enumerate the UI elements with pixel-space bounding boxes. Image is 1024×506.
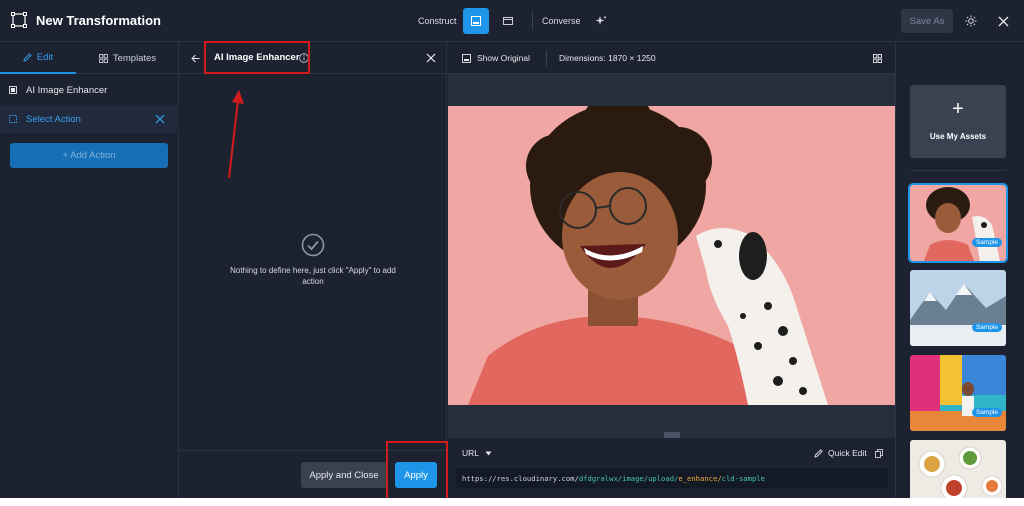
chevron-down-icon: [485, 451, 492, 455]
delivery-url-field[interactable]: https://res.cloudinary.com/dfdgralwx/ima…: [456, 468, 888, 488]
sample-badge: Sample: [971, 238, 1002, 247]
add-action-button[interactable]: + Add Action: [10, 143, 168, 168]
mode-divider: [532, 12, 533, 30]
url-public-id: cld-sample: [721, 473, 765, 483]
url-format-dropdown[interactable]: URL: [462, 448, 492, 458]
thumbnail-image: [910, 270, 1006, 346]
plus-icon: +: [952, 98, 964, 120]
use-my-assets-label: Use My Assets: [929, 132, 987, 141]
grid-icon: [98, 53, 108, 63]
sample-photo-woman-with-dog: [448, 106, 895, 405]
action-square-icon: [9, 86, 17, 94]
action-item-ai-image-enhancer[interactable]: AI Image Enhancer: [0, 76, 179, 104]
show-original-toggle[interactable]: Show Original: [462, 53, 530, 63]
empty-square-icon: [9, 115, 17, 123]
url-cloud-path: dfdgralwx/image/upload/: [578, 473, 679, 483]
image-view-button[interactable]: [463, 8, 489, 34]
tab-edit-label: Edit: [36, 51, 54, 63]
url-transformation: e_enhance/: [678, 473, 722, 483]
sample-thumbnail-snowy-mountains[interactable]: Sample: [910, 270, 1006, 346]
transformation-editor: New Transformation Construct Converse Sa…: [0, 0, 1024, 498]
image-icon: [471, 16, 481, 26]
url-panel: URL Quick Edit https://res.cloudinary.co…: [448, 438, 895, 498]
top-bar: New Transformation Construct Converse Sa…: [0, 0, 1024, 42]
ai-sparkle-button[interactable]: [588, 8, 614, 34]
sample-badge: Sample: [971, 408, 1002, 417]
sparkle-icon: [595, 15, 607, 25]
quick-edit-label: Quick Edit: [828, 448, 867, 458]
thumbnail-image: [910, 355, 1006, 431]
video-view-button[interactable]: [495, 8, 521, 34]
thumbnail-image: [910, 440, 1006, 498]
transformation-logo-icon: [11, 12, 27, 28]
url-prefix: https://res.cloudinary.com/: [462, 473, 579, 483]
apply-and-close-button[interactable]: Apply and Close: [301, 462, 387, 488]
sample-thumbnail-food-table[interactable]: [910, 440, 1006, 498]
image-preview: [448, 106, 895, 405]
highlight-box-apply: [386, 441, 448, 498]
panel-tabs: Edit Templates: [0, 42, 179, 74]
pencil-icon: [23, 52, 32, 62]
remove-action-icon[interactable]: [155, 114, 165, 124]
pencil-icon: [814, 448, 823, 458]
show-original-label: Show Original: [477, 53, 530, 63]
image-icon: [462, 53, 471, 63]
sample-thumbnail-colorful-street[interactable]: Sample: [910, 355, 1006, 431]
back-arrow-icon[interactable]: [191, 54, 200, 63]
actions-panel: Edit Templates AI Image Enhancer Select …: [0, 42, 179, 498]
tab-templates[interactable]: Templates: [76, 42, 179, 74]
page-title: New Transformation: [36, 13, 161, 28]
sun-icon: [965, 15, 977, 27]
theme-toggle-button[interactable]: [963, 13, 979, 29]
toolbar-divider: [546, 50, 547, 66]
tab-templates-label: Templates: [112, 52, 157, 64]
video-icon: [503, 17, 513, 25]
empty-state-message: Nothing to define here, just click "Appl…: [230, 266, 396, 286]
action-item-label: Select Action: [26, 113, 81, 125]
save-as-button[interactable]: Save As: [901, 9, 953, 33]
thumbnail-image: [910, 185, 1006, 261]
sample-badge: Sample: [971, 323, 1002, 332]
converse-mode-label[interactable]: Converse: [542, 16, 581, 26]
layout-grid-icon[interactable]: [873, 54, 882, 63]
check-circle-icon: [301, 233, 325, 257]
sample-thumbnail-woman-with-dog[interactable]: Sample: [908, 183, 1008, 263]
image-dimensions: Dimensions: 1870 × 1250: [559, 53, 656, 63]
use-my-assets-button[interactable]: + Use My Assets: [910, 85, 1006, 158]
preview-area: Show Original Dimensions: 1870 × 1250 UR…: [448, 42, 895, 498]
construct-mode-label: Construct: [418, 16, 457, 26]
close-editor-button[interactable]: [995, 13, 1011, 29]
tab-edit[interactable]: Edit: [0, 42, 76, 74]
action-item-label: AI Image Enhancer: [26, 84, 108, 96]
preview-toolbar: Show Original Dimensions: 1870 × 1250: [448, 42, 895, 74]
url-format-label: URL: [462, 448, 480, 458]
action-item-select-action[interactable]: Select Action: [0, 105, 179, 133]
highlight-box-title: [204, 41, 310, 74]
close-panel-icon[interactable]: [426, 53, 436, 63]
annotation-arrow-icon: [228, 90, 244, 179]
quick-edit-button[interactable]: Quick Edit: [814, 448, 867, 458]
close-icon: [998, 16, 1008, 26]
action-settings-panel: AI Image Enhancer Nothing to define here…: [179, 42, 447, 498]
assets-divider: [910, 170, 1006, 171]
assets-panel: + Use My Assets Sample Sample Sample: [895, 42, 1024, 498]
copy-icon[interactable]: [875, 449, 883, 458]
